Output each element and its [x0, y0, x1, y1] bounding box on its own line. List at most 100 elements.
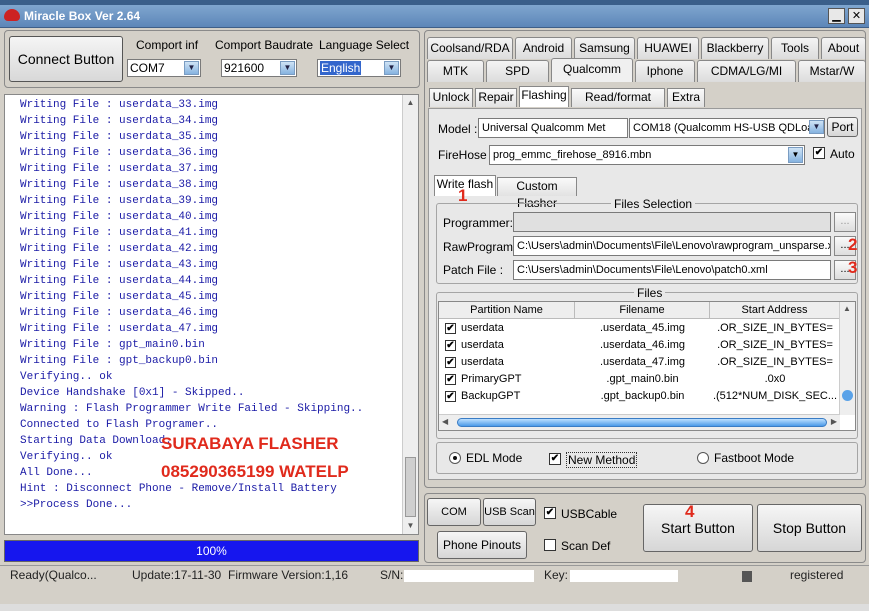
tab-mstar[interactable]: Mstar/W — [798, 60, 866, 82]
auto-label: Auto — [830, 147, 855, 161]
chevron-down-icon[interactable]: ▼ — [384, 61, 399, 75]
tab-spd[interactable]: SPD — [486, 60, 549, 82]
programmer-browse-button[interactable]: ... — [834, 212, 856, 232]
row-checkbox[interactable]: ✔ — [445, 357, 456, 368]
auto-checkbox[interactable]: ✔ — [813, 147, 825, 159]
log-scrollbar[interactable]: ▲ ▼ — [402, 95, 418, 534]
chevron-down-icon[interactable]: ▼ — [788, 147, 803, 163]
usb-scan-button[interactable]: USB Scan — [483, 498, 536, 526]
tab-tools[interactable]: Tools — [771, 37, 819, 59]
tab-huawei[interactable]: HUAWEI — [637, 37, 699, 59]
scroll-up-icon[interactable]: ▲ — [404, 96, 417, 110]
log-line: Writing File : userdata_38.img — [20, 179, 219, 191]
port-button[interactable]: Port — [827, 117, 858, 137]
minimize-icon[interactable]: ▁ — [828, 8, 845, 24]
com-scan-button[interactable]: COM Scan — [427, 498, 481, 544]
table-row[interactable]: ✔ userdata .userdata_45.img .OR_SIZE_IN_BYT… — [439, 320, 840, 337]
row-checkbox[interactable]: ✔ — [445, 323, 456, 334]
tab-flashing[interactable]: Flashing — [519, 86, 569, 107]
column-start-address[interactable]: Start Address — [710, 302, 840, 319]
watermark-text: SURABAYA FLASHER — [161, 434, 339, 453]
new-method-checkbox[interactable]: ✔ — [549, 453, 561, 465]
firehose-value: prog_emmc_firehose_8916.mbn — [493, 149, 652, 161]
status-sn-label: S/N: — [380, 568, 404, 582]
log-console[interactable]: Writing File : userdata_33.img Writing Fi… — [4, 94, 419, 535]
scroll-left-icon[interactable]: ◀ — [442, 417, 448, 426]
tab-coolsand[interactable]: Coolsand/RDA — [427, 37, 513, 59]
tab-samsung[interactable]: Samsung — [574, 37, 635, 59]
chevron-down-icon[interactable]: ▼ — [184, 61, 199, 75]
patch-label: Patch File : — [443, 263, 504, 277]
fastboot-mode-radio[interactable] — [697, 452, 709, 464]
port-value: COM18 (Qualcomm HS-USB QDLoad — [633, 122, 820, 134]
chevron-down-icon[interactable]: ▼ — [809, 120, 824, 134]
tab-unlock[interactable]: Unlock — [429, 88, 473, 107]
scroll-up-icon[interactable]: ▲ — [843, 304, 851, 313]
watermark-phone: 085290365199 WATELP — [161, 462, 349, 481]
table-row[interactable]: ✔ PrimaryGPT .gpt_main0.bin .0x0 — [439, 371, 840, 388]
status-bar: Ready(Qualco... Update:17-11-30 Firmware… — [0, 565, 869, 585]
tab-blackberry[interactable]: Blackberry — [701, 37, 769, 59]
edl-mode-radio[interactable] — [449, 452, 461, 464]
row-checkbox[interactable]: ✔ — [445, 391, 456, 402]
files-table[interactable]: Partition Name Filename Start Address ✔ u… — [438, 301, 856, 431]
table-vscrollbar[interactable]: ▲ — [839, 302, 855, 415]
patch-field[interactable]: C:\Users\admin\Documents\File\Lenovo\pat… — [513, 260, 831, 280]
close-icon[interactable]: ✕ — [848, 8, 865, 24]
tab-custom-flasher[interactable]: Custom Flasher — [497, 177, 577, 210]
rawprogram-label: RawProgram : — [443, 240, 520, 254]
comport-select[interactable]: COM7 ▼ — [127, 59, 201, 77]
programmer-field[interactable] — [513, 212, 831, 232]
table-row[interactable]: ✔ BackupGPT .gpt_backup0.bin .(512*NUM_DISK… — [439, 388, 840, 405]
phone-pinouts-button[interactable]: Phone Pinouts — [437, 531, 527, 559]
tab-about[interactable]: About — [821, 37, 866, 59]
tab-extra[interactable]: Extra — [667, 88, 705, 107]
log-line: Writing File : userdata_33.img — [20, 99, 219, 111]
port-select[interactable]: COM18 (Qualcomm HS-USB QDLoad ▼ — [629, 118, 825, 138]
row-checkbox[interactable]: ✔ — [445, 340, 456, 351]
files-title: Files — [634, 286, 666, 300]
log-line: Writing File : userdata_45.img — [20, 291, 219, 303]
usb-cable-checkbox[interactable]: ✔ — [544, 507, 556, 519]
column-filename[interactable]: Filename — [575, 302, 710, 319]
table-row[interactable]: ✔ userdata .userdata_47.img .OR_SIZE_IN_BYT… — [439, 354, 840, 371]
tab-repair[interactable]: Repair — [475, 88, 517, 107]
new-method-label: New Method — [566, 452, 638, 468]
scroll-thumb[interactable] — [842, 390, 853, 401]
tab-android[interactable]: Android — [515, 37, 572, 59]
language-label: Language Select — [319, 38, 410, 52]
log-line: Writing File : userdata_41.img — [20, 227, 219, 239]
scroll-right-icon[interactable]: ▶ — [831, 417, 837, 426]
cell-file: .userdata_46.img — [600, 339, 685, 351]
table-row[interactable]: ✔ userdata .userdata_46.img .OR_SIZE_IN_BYT… — [439, 337, 840, 354]
baudrate-select[interactable]: 921600 ▼ — [221, 59, 297, 77]
chevron-down-icon[interactable]: ▼ — [280, 61, 295, 75]
column-partition-name[interactable]: Partition Name — [439, 302, 575, 319]
row-checkbox[interactable]: ✔ — [445, 374, 456, 385]
tab-iphone[interactable]: Iphone — [635, 60, 695, 82]
annotation-4: 4 — [685, 502, 695, 521]
table-hscrollbar[interactable]: ◀ ▶ — [439, 414, 840, 430]
tab-mtk[interactable]: MTK — [427, 60, 484, 82]
status-firmware: Firmware Version:1,16 — [228, 568, 349, 582]
scroll-thumb[interactable] — [457, 418, 827, 427]
tab-read-format[interactable]: Read/format flash — [571, 88, 665, 121]
scan-def-checkbox[interactable] — [544, 539, 556, 551]
start-button[interactable]: Start Button — [643, 504, 753, 552]
model-select[interactable]: Universal Qualcomm Met — [478, 118, 628, 138]
connect-button[interactable]: Connect Button — [9, 36, 123, 82]
language-select[interactable]: English ▼ — [317, 59, 401, 77]
scroll-thumb[interactable] — [405, 457, 416, 517]
stop-button[interactable]: Stop Button — [757, 504, 862, 552]
log-line: Hint : Disconnect Phone - Remove/Install… — [20, 483, 337, 495]
cell-addr: .OR_SIZE_IN_BYTES= — [717, 356, 833, 368]
firehose-select[interactable]: prog_emmc_firehose_8916.mbn ▼ — [489, 145, 805, 165]
rawprogram-field[interactable]: C:\Users\admin\Documents\File\Lenovo\raw… — [513, 236, 831, 256]
cell-file: .gpt_main0.bin — [606, 373, 679, 385]
tab-qualcomm[interactable]: Qualcomm — [551, 58, 633, 82]
annotation-2: 2 — [848, 235, 858, 254]
scroll-down-icon[interactable]: ▼ — [404, 519, 417, 533]
cell-file: .userdata_45.img — [600, 322, 685, 334]
edl-mode-label: EDL Mode — [466, 451, 523, 465]
tab-cdma[interactable]: CDMA/LG/MI — [697, 60, 796, 82]
